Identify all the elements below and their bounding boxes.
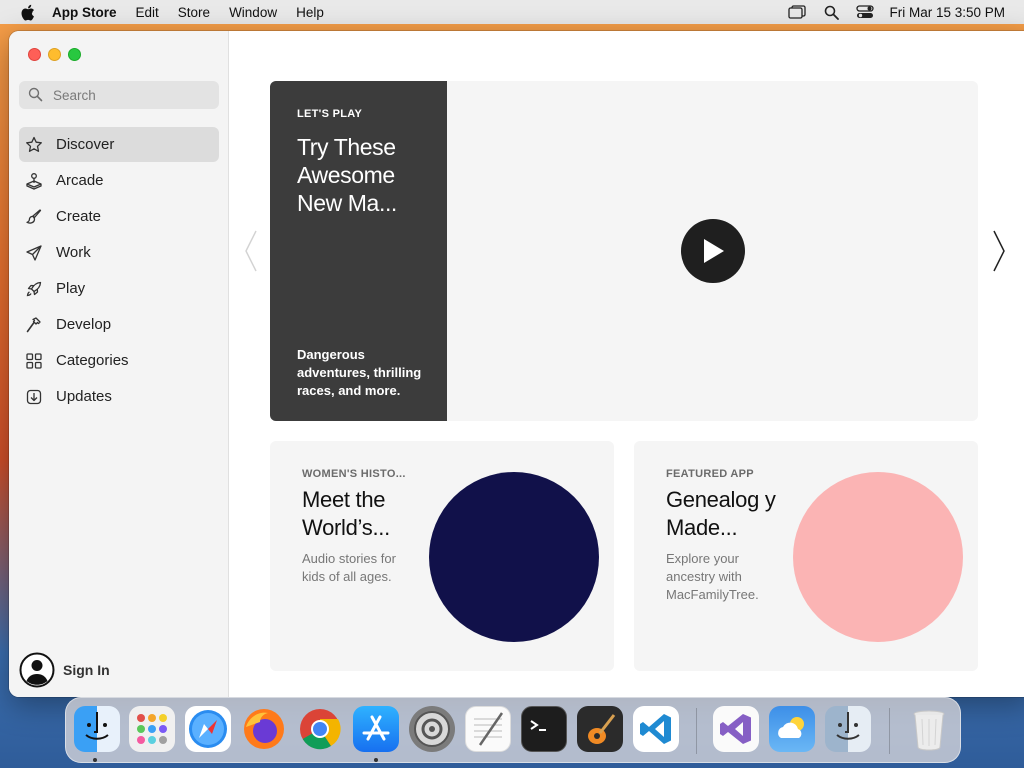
play-icon (704, 239, 724, 263)
window-switcher-icon[interactable] (787, 3, 807, 21)
safari-icon[interactable] (185, 706, 231, 752)
menu-store[interactable]: Store (178, 5, 210, 20)
garageband-icon[interactable] (577, 706, 623, 752)
star-icon (24, 135, 44, 155)
hero-text-panel: LET'S PLAY Try These Awesome New Ma... D… (270, 81, 447, 421)
story-card-featured-app[interactable]: FEATURED APP Genealog y Made... Explore … (634, 441, 978, 671)
sidebar-item-label: Work (56, 244, 91, 261)
menu-help[interactable]: Help (296, 5, 324, 20)
sidebar-item-label: Discover (56, 136, 115, 153)
card-eyebrow: WOMEN'S HISTO... (302, 468, 406, 480)
card-eyebrow: FEATURED APP (666, 468, 754, 480)
carousel-previous-arrow[interactable] (242, 229, 260, 273)
dock-separator (889, 708, 890, 754)
menu-bar: App Store Edit Store Window Help Fri Mar… (0, 0, 1024, 24)
paper-plane-icon (24, 243, 44, 263)
sidebar-item-label: Arcade (56, 172, 104, 189)
hero-subtitle: Dangerous adventures, thrilling races, a… (297, 347, 422, 398)
sidebar-item-updates[interactable]: Updates (19, 379, 219, 414)
running-indicator (93, 758, 97, 762)
chevron-left-icon (245, 230, 257, 272)
sidebar-item-label: Play (56, 280, 86, 297)
rocket-icon (24, 279, 44, 299)
hero-title: Try These Awesome New Ma... (297, 134, 397, 216)
sidebar: Discover Arcade Create Work (9, 31, 229, 697)
sidebar-item-create[interactable]: Create (19, 199, 219, 234)
launchpad-icon[interactable] (129, 706, 175, 752)
brush-icon (24, 207, 44, 227)
minimize-window-button[interactable] (48, 48, 61, 61)
search-icon (28, 87, 44, 103)
close-window-button[interactable] (28, 48, 41, 61)
visual-studio-icon[interactable] (713, 706, 759, 752)
sign-in-label: Sign In (63, 662, 110, 678)
hammer-icon (24, 315, 44, 335)
card-artwork (429, 472, 599, 642)
sidebar-nav: Discover Arcade Create Work Play Develop… (19, 127, 219, 415)
finder-icon[interactable] (74, 706, 120, 752)
app-store-icon[interactable] (353, 706, 399, 752)
joystick-icon (24, 171, 44, 191)
dock (65, 697, 961, 763)
menu-window[interactable]: Window (229, 5, 277, 20)
card-title: Meet the World’s... (302, 487, 390, 540)
firefox-icon[interactable] (241, 706, 287, 752)
dock-separator (696, 708, 697, 754)
sidebar-item-arcade[interactable]: Arcade (19, 163, 219, 198)
menu-app-name[interactable]: App Store (52, 5, 117, 20)
carousel-next-arrow[interactable] (990, 229, 1008, 273)
sidebar-item-label: Categories (56, 352, 129, 369)
hero-banner[interactable]: LET'S PLAY Try These Awesome New Ma... D… (270, 81, 978, 421)
terminal-icon[interactable] (521, 706, 567, 752)
sidebar-item-label: Create (56, 208, 102, 225)
card-title: Genealog y Made... (666, 487, 776, 540)
app-store-window: Discover Arcade Create Work (9, 31, 1024, 697)
sidebar-item-play[interactable]: Play (19, 271, 219, 306)
download-icon (24, 387, 44, 407)
vscode-icon[interactable] (633, 706, 679, 752)
apple-menu-icon[interactable] (17, 2, 37, 22)
textedit-icon[interactable] (465, 706, 511, 752)
running-indicator (374, 758, 378, 762)
menu-clock[interactable]: Fri Mar 15 3:50 PM (889, 5, 1005, 20)
control-center-icon[interactable] (855, 3, 875, 21)
search-field[interactable] (19, 81, 219, 109)
spotlight-search-icon[interactable] (821, 3, 841, 21)
sign-in-button[interactable]: Sign In (19, 652, 110, 688)
play-video-button[interactable] (681, 219, 745, 283)
card-subtitle: Audio stories for kids of all ages. (302, 551, 396, 584)
system-preferences-icon[interactable] (409, 706, 455, 752)
grid-icon (24, 351, 44, 371)
search-input[interactable] (53, 87, 213, 103)
chrome-icon[interactable] (297, 706, 343, 752)
trash-icon[interactable] (906, 706, 952, 752)
hero-eyebrow: LET'S PLAY (297, 108, 363, 120)
sidebar-item-label: Develop (56, 316, 112, 333)
sidebar-item-work[interactable]: Work (19, 235, 219, 270)
menu-edit[interactable]: Edit (136, 5, 159, 20)
account-avatar-icon (19, 652, 55, 688)
card-subtitle: Explore your ancestry with MacFamilyTree… (666, 551, 759, 602)
chevron-right-icon (993, 230, 1005, 272)
finder-alt-icon[interactable] (825, 706, 871, 752)
sidebar-item-categories[interactable]: Categories (19, 343, 219, 378)
weather-icon[interactable] (769, 706, 815, 752)
sidebar-item-discover[interactable]: Discover (19, 127, 219, 162)
sidebar-item-develop[interactable]: Develop (19, 307, 219, 342)
zoom-window-button[interactable] (68, 48, 81, 61)
card-artwork (793, 472, 963, 642)
story-card-womens-history[interactable]: WOMEN'S HISTO... Meet the World’s... Aud… (270, 441, 614, 671)
sidebar-item-label: Updates (56, 388, 112, 405)
main-content: LET'S PLAY Try These Awesome New Ma... D… (230, 31, 1024, 697)
